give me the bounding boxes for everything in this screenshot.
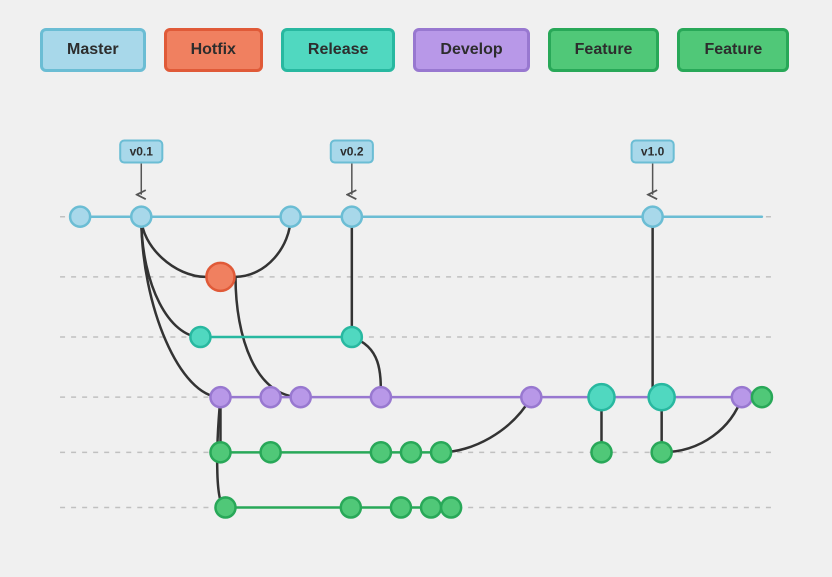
legend: Master Hotfix Release Develop Feature Fe…	[0, 0, 832, 92]
version-v01: v0.1	[120, 140, 162, 162]
feature1-node-230	[261, 442, 281, 462]
feature1-node-560	[591, 442, 611, 462]
develop-node-560	[588, 384, 614, 410]
svg-text:v1.0: v1.0	[641, 145, 665, 159]
feature2-node-185	[215, 497, 235, 517]
feature2-node-410	[441, 497, 461, 517]
develop-node-end	[752, 387, 772, 407]
release-node-start	[190, 327, 210, 347]
hotfix-node	[206, 263, 234, 291]
feature1-node-400	[431, 442, 451, 462]
feature1b-to-develop	[662, 397, 742, 452]
master-node-v01	[131, 207, 151, 227]
legend-hotfix: Hotfix	[164, 28, 263, 72]
master-node-start	[70, 207, 90, 227]
git-flow-svg: v0.1 v0.2 v1.0	[40, 92, 792, 572]
legend-feature1: Feature	[548, 28, 660, 72]
master-node-v02	[342, 207, 362, 227]
master-to-hotfix	[141, 217, 205, 277]
svg-text:v0.1: v0.1	[130, 145, 154, 159]
feature1-node-370	[401, 442, 421, 462]
feature1-node-340	[371, 442, 391, 462]
develop-node-490	[521, 387, 541, 407]
feature1-node-620	[652, 442, 672, 462]
release-node-end	[342, 327, 362, 347]
master-node-250	[281, 207, 301, 227]
legend-feature2: Feature	[677, 28, 789, 72]
feature1-node-180	[210, 442, 230, 462]
version-v02: v0.2	[331, 140, 373, 162]
develop-node-230	[261, 387, 281, 407]
feature1-to-develop	[441, 397, 531, 452]
develop-node-700	[732, 387, 752, 407]
feature2-node-310	[341, 497, 361, 517]
develop-node-260	[291, 387, 311, 407]
diagram: v0.1 v0.2 v1.0	[0, 92, 832, 572]
master-node-v10	[643, 207, 663, 227]
develop-node-340	[371, 387, 391, 407]
feature2-node-390	[421, 497, 441, 517]
legend-release: Release	[281, 28, 396, 72]
master-to-develop	[141, 217, 220, 397]
hotfix-to-master-v02	[236, 217, 291, 277]
legend-develop: Develop	[413, 28, 529, 72]
develop-node-start	[210, 387, 230, 407]
feature2-node-360	[391, 497, 411, 517]
legend-master: Master	[40, 28, 146, 72]
develop-node-620	[649, 384, 675, 410]
svg-text:v0.2: v0.2	[340, 145, 364, 159]
version-v10: v1.0	[632, 140, 674, 162]
